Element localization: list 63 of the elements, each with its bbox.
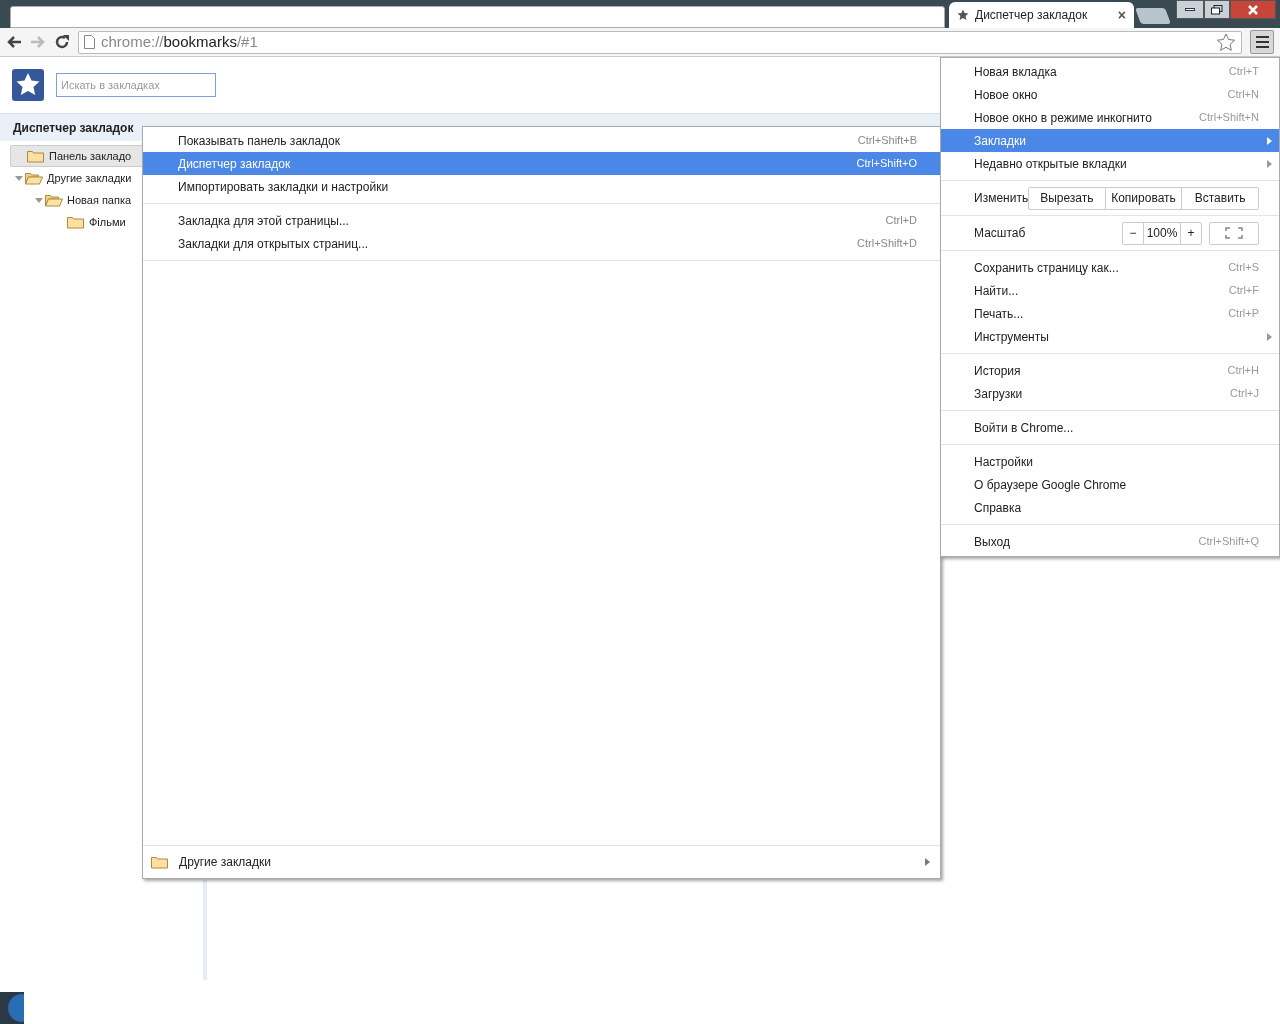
- tree-item-label: Другие закладки: [47, 170, 132, 186]
- menu-item[interactable]: Войти в Chrome...: [941, 416, 1279, 439]
- reload-icon[interactable]: [54, 34, 70, 50]
- close-button[interactable]: [1230, 0, 1276, 19]
- menu-item[interactable]: Найти... Ctrl+F: [941, 279, 1279, 302]
- zoom-in-button[interactable]: +: [1181, 222, 1201, 244]
- zoom-out-button[interactable]: −: [1123, 222, 1143, 244]
- close-icon: [1247, 4, 1259, 15]
- menu-label: Масштаб: [974, 225, 1027, 242]
- search-field[interactable]: Искать в закладках: [56, 73, 216, 97]
- menu-item[interactable]: Недавно открытые вкладки: [941, 152, 1279, 175]
- tree-item-label: Фільми: [89, 214, 126, 230]
- fullscreen-icon: [1225, 227, 1243, 239]
- new-tab-button[interactable]: [1135, 8, 1171, 24]
- menu-item[interactable]: История Ctrl+H: [941, 359, 1279, 382]
- restore-button[interactable]: [1204, 0, 1230, 19]
- folder-icon: [151, 855, 169, 869]
- menu-item[interactable]: Новое окно Ctrl+N: [941, 83, 1279, 106]
- edit-button[interactable]: Вырезать: [1029, 187, 1105, 209]
- address-bar[interactable]: chrome://bookmarks/#1: [78, 30, 1242, 54]
- menu-item[interactable]: Справка: [941, 496, 1279, 519]
- menu-item[interactable]: Другие закладки: [143, 845, 940, 878]
- menu-item[interactable]: Закладки: [941, 129, 1279, 152]
- menu-item[interactable]: О браузере Google Chrome: [941, 473, 1279, 496]
- menu-item[interactable]: Инструменты: [941, 325, 1279, 348]
- tab-close-button[interactable]: ×: [1117, 4, 1126, 26]
- tab-title: Диспетчер закладок: [975, 7, 1089, 24]
- back-icon[interactable]: [6, 35, 22, 49]
- submenu-arrow-icon: [1267, 136, 1272, 145]
- menu-item[interactable]: Новая вкладка Ctrl+T: [941, 60, 1279, 83]
- menu-item[interactable]: Загрузки Ctrl+J: [941, 382, 1279, 405]
- menu-item[interactable]: Выход Ctrl+Shift+Q: [941, 530, 1279, 553]
- menu-item[interactable]: Диспетчер закладок Ctrl+Shift+O: [143, 152, 940, 175]
- submenu-arrow-icon: [1267, 332, 1272, 341]
- menu-item[interactable]: Закладки для открытых страниц... Ctrl+Shift+D: [143, 232, 940, 255]
- page-title: Диспетчер закладок: [13, 119, 134, 137]
- edit-button[interactable]: Вставить: [1181, 187, 1258, 209]
- edit-button[interactable]: Копировать: [1104, 187, 1182, 209]
- tree-item-label: Новая папка: [67, 192, 132, 208]
- zoom-level: 100%: [1143, 222, 1181, 244]
- star-icon: [957, 9, 969, 21]
- submenu-arrow-icon: [1267, 159, 1272, 168]
- menu-button[interactable]: [1250, 30, 1274, 54]
- folder-icon: [67, 215, 85, 229]
- open-folder-icon: [45, 193, 63, 207]
- star-icon[interactable]: [1216, 32, 1236, 52]
- menu-label: Изменить: [974, 190, 1028, 207]
- minimize-button[interactable]: [1176, 0, 1204, 19]
- open-folder-icon: [25, 171, 43, 185]
- expanded-arrow-icon[interactable]: [15, 174, 23, 182]
- submenu-arrow-icon: [925, 858, 930, 866]
- expanded-arrow-icon[interactable]: [35, 196, 43, 204]
- menu-item[interactable]: Настройки: [941, 450, 1279, 473]
- start-orb-icon[interactable]: [0, 992, 24, 1024]
- tab[interactable]: Диспетчер закладок ×: [949, 2, 1134, 28]
- restore-icon: [1211, 4, 1223, 15]
- menu-item[interactable]: Сохранить страницу как... Ctrl+S: [941, 256, 1279, 279]
- page-icon: [84, 35, 95, 49]
- url-text: chrome://bookmarks/#1: [101, 31, 258, 52]
- menu-item[interactable]: Новое окно в режиме инкогнито Ctrl+Shift+N: [941, 106, 1279, 129]
- tree-item-label: Панель закладо: [49, 148, 132, 164]
- folder-icon: [27, 149, 45, 163]
- menu-item[interactable]: Печать... Ctrl+P: [941, 302, 1279, 325]
